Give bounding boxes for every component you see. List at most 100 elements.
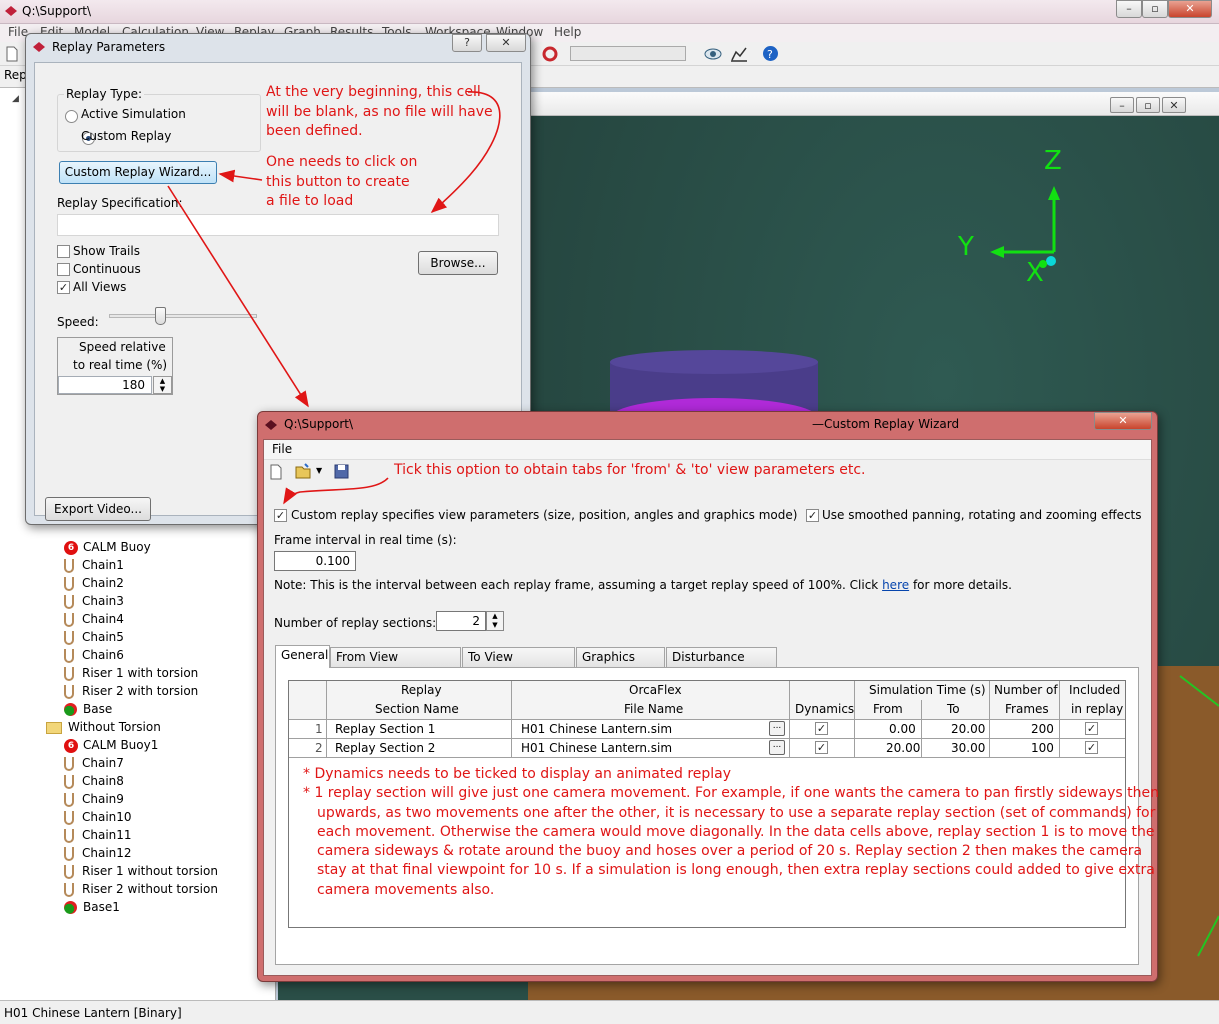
annotation-dynamics-note: * Dynamics needs to be ticked to display…: [303, 765, 1159, 900]
list-item[interactable]: Chain4: [64, 610, 124, 628]
save-icon[interactable]: [334, 464, 349, 479]
chevron-down-icon[interactable]: ▼: [316, 466, 322, 475]
frames-cell[interactable]: 100: [1031, 741, 1054, 755]
replay-parameters-title-bar: Replay Parameters ? ✕: [26, 34, 530, 60]
tree-item-label: Chain5: [82, 630, 124, 644]
file-name-cell[interactable]: H01 Chinese Lantern.sim: [521, 722, 672, 736]
tab-from-view-parameters[interactable]: From View Parameters: [330, 647, 461, 682]
tree-item-label: Chain9: [82, 792, 124, 806]
details-link[interactable]: here: [882, 578, 909, 592]
list-item[interactable]: Without Torsion: [46, 718, 161, 736]
annotation-line: * Dynamics needs to be ticked to display…: [303, 766, 732, 782]
tree-item-label: Chain11: [82, 828, 132, 842]
list-item[interactable]: Chain10: [64, 808, 132, 826]
tab-graphics-mode[interactable]: Graphics Mode: [576, 647, 665, 682]
maximize-button[interactable]: ▫: [1142, 0, 1168, 18]
open-file-icon[interactable]: [294, 463, 312, 480]
section-name-cell[interactable]: Replay Section 1: [335, 722, 435, 736]
reset-icon[interactable]: [542, 46, 558, 62]
dynamics-checkbox[interactable]: ✓: [815, 741, 828, 754]
graph-icon[interactable]: [730, 46, 748, 62]
view-parameters-checkbox[interactable]: ✓: [274, 509, 287, 522]
list-item[interactable]: Chain1: [64, 556, 124, 574]
wizard-title-right: —Custom Replay Wizard: [812, 417, 960, 431]
show-trails-checkbox[interactable]: [57, 245, 70, 258]
frames-cell[interactable]: 200: [1031, 722, 1054, 736]
header-file-2: File Name: [624, 702, 684, 716]
wizard-title-bar: Q:\Support\ —Custom Replay Wizard ✕: [258, 412, 1157, 438]
all-views-checkbox[interactable]: ✓: [57, 281, 70, 294]
annotation-cell-blank: At the very beginning, this cell will be…: [266, 83, 493, 142]
replay-specification-input[interactable]: [57, 214, 499, 236]
replay-progress-slider[interactable]: [570, 46, 686, 61]
view-maximize-button[interactable]: ▫: [1136, 97, 1160, 113]
speed-slider-thumb[interactable]: [155, 307, 166, 325]
list-item[interactable]: Chain3: [64, 592, 124, 610]
frame-interval-input[interactable]: 0.100: [274, 551, 356, 571]
help-button[interactable]: ?: [452, 34, 482, 52]
list-item[interactable]: Riser 1 without torsion: [64, 862, 218, 880]
list-item[interactable]: Riser 2 without torsion: [64, 880, 218, 898]
list-item[interactable]: Chain7: [64, 754, 124, 772]
header-to: To: [947, 702, 960, 716]
file-name-cell[interactable]: H01 Chinese Lantern.sim: [521, 741, 672, 755]
time-to-cell[interactable]: 30.00: [951, 741, 985, 755]
list-item[interactable]: Chain2: [64, 574, 124, 592]
replay-sections-input[interactable]: 2: [436, 611, 486, 631]
time-to-cell[interactable]: 20.00: [951, 722, 985, 736]
close-button[interactable]: ✕: [1168, 0, 1212, 18]
tab-disturbance-vessel[interactable]: Disturbance Vessel: [666, 647, 777, 682]
view-close-button[interactable]: ✕: [1162, 97, 1186, 113]
list-item[interactable]: 6 CALM Buoy: [64, 538, 151, 556]
minimize-button[interactable]: –: [1116, 0, 1142, 18]
dynamics-checkbox[interactable]: ✓: [815, 722, 828, 735]
new-file-icon[interactable]: [6, 46, 18, 62]
speed-spinner[interactable]: ▲ ▼: [153, 376, 172, 394]
dialog-close-button[interactable]: ✕: [486, 34, 526, 52]
tab-to-view-parameters[interactable]: To View Parameters: [462, 647, 575, 682]
eye-icon[interactable]: [704, 46, 722, 62]
help-icon[interactable]: ?: [762, 45, 779, 62]
list-item[interactable]: Riser 1 with torsion: [64, 664, 198, 682]
chain-icon: [64, 594, 74, 609]
menu-help[interactable]: Help: [554, 25, 581, 39]
list-item[interactable]: Chain8: [64, 772, 124, 790]
tab-general[interactable]: General: [275, 645, 330, 668]
list-item[interactable]: 6 CALM Buoy1: [64, 736, 158, 754]
list-item[interactable]: Chain6: [64, 646, 124, 664]
smoothed-effects-checkbox[interactable]: ✓: [806, 509, 819, 522]
active-simulation-radio[interactable]: [65, 110, 78, 123]
speed-slider-track[interactable]: [109, 314, 257, 318]
list-item[interactable]: Chain9: [64, 790, 124, 808]
file-browse-button[interactable]: ...: [769, 721, 785, 736]
browse-button[interactable]: Browse...: [418, 251, 498, 275]
list-item[interactable]: Base1: [64, 898, 120, 916]
list-item[interactable]: Riser 2 with torsion: [64, 682, 198, 700]
included-checkbox[interactable]: ✓: [1085, 741, 1098, 754]
speed-relative-input[interactable]: 180: [58, 376, 152, 394]
time-from-cell[interactable]: 20.00: [886, 741, 920, 755]
new-file-icon[interactable]: [270, 464, 282, 480]
chain-icon: [64, 792, 74, 807]
speed-label: Speed:: [57, 315, 99, 329]
annotation-line: will be blank, as no file will have: [266, 103, 493, 120]
wizard-menu-file[interactable]: File: [272, 442, 292, 456]
time-from-cell[interactable]: 0.00: [889, 722, 916, 736]
wizard-close-button[interactable]: ✕: [1094, 412, 1152, 430]
list-item[interactable]: Chain5: [64, 628, 124, 646]
replay-sections-spinner[interactable]: ▲ ▼: [486, 611, 504, 631]
list-item[interactable]: Chain12: [64, 844, 132, 862]
header-sim-time: Simulation Time (s): [869, 683, 986, 697]
continuous-checkbox[interactable]: [57, 263, 70, 276]
view-minimize-button[interactable]: –: [1110, 97, 1134, 113]
list-item[interactable]: Base: [64, 700, 112, 718]
file-browse-button[interactable]: ...: [769, 740, 785, 755]
chain-icon: [64, 648, 74, 663]
list-item[interactable]: Chain11: [64, 826, 132, 844]
annotation-line: this button to create: [266, 173, 410, 190]
tree-expand-icon[interactable]: ◢: [12, 94, 19, 104]
export-video-button[interactable]: Export Video...: [45, 497, 151, 521]
included-checkbox[interactable]: ✓: [1085, 722, 1098, 735]
section-name-cell[interactable]: Replay Section 2: [335, 741, 435, 755]
custom-replay-wizard-button[interactable]: Custom Replay Wizard...: [59, 161, 217, 184]
